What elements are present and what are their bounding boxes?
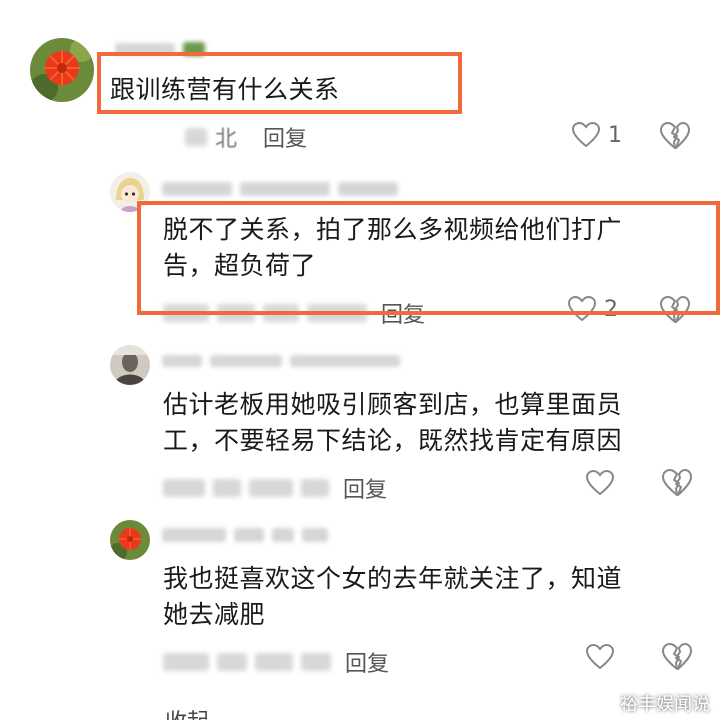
heart-icon [568, 296, 596, 322]
like-button[interactable] [586, 644, 622, 670]
comment-text-line: 估计老板用她吸引顾客到店，也算里面员 [163, 390, 623, 419]
broken-heart-icon [662, 643, 692, 670]
comment-meta: 回复 [163, 647, 389, 677]
comment-text-line: 工，不要轻易下结论，既然找肯定有原因 [163, 426, 623, 455]
avatar-flower[interactable] [110, 520, 150, 560]
blurred-username[interactable] [115, 42, 205, 56]
comment-meta: 回复 [163, 473, 387, 503]
location-text: 北 [215, 127, 238, 152]
like-button[interactable]: 1 [572, 122, 622, 148]
collapse-button[interactable]: 收起 ▲ [165, 704, 227, 720]
avatar-anime[interactable] [110, 172, 150, 212]
avatar-flower[interactable] [30, 38, 94, 102]
blurred-username[interactable] [162, 355, 400, 367]
like-button[interactable] [586, 470, 622, 496]
like-button[interactable]: 2 [568, 296, 618, 322]
dislike-button[interactable] [662, 643, 692, 675]
comment-text-line: 脱不了关系，拍了那么多视频给他们打广 [163, 215, 623, 244]
broken-heart-icon [662, 469, 692, 496]
comment-meta: 北 回复 [185, 122, 307, 152]
collapse-label: 收起 [165, 710, 209, 720]
broken-heart-icon [660, 296, 690, 323]
reply-button[interactable]: 回复 [381, 297, 425, 329]
dislike-button[interactable] [660, 296, 690, 328]
reply-button[interactable]: 回复 [345, 646, 389, 678]
comment-thread: 跟训练营有什么关系 北 回复 1 脱不了关系，拍了那么多视频给他们打广 告，超负… [0, 0, 720, 720]
heart-icon [586, 644, 614, 670]
reply-button[interactable]: 回复 [263, 121, 307, 153]
comment-text-line: 她去减肥 [163, 600, 266, 629]
dislike-button[interactable] [660, 122, 690, 154]
comment-text-line: 告，超负荷了 [163, 251, 317, 280]
comment-meta: 回复 [163, 298, 425, 328]
comment-text-line: 我也挺喜欢这个女的去年就关注了，知道 [163, 564, 623, 593]
reply-button[interactable]: 回复 [343, 472, 387, 504]
dislike-button[interactable] [662, 469, 692, 501]
blurred-username[interactable] [162, 528, 328, 542]
heart-icon [572, 122, 600, 148]
comment-text: 跟训练营有什么关系 [110, 75, 340, 104]
avatar-photo[interactable] [110, 345, 150, 385]
blurred-username[interactable] [162, 182, 398, 196]
broken-heart-icon [660, 122, 690, 149]
like-count: 1 [608, 122, 622, 148]
watermark-text: 裕丰娱闻说 [620, 694, 710, 715]
like-count: 2 [604, 296, 618, 322]
heart-icon [586, 470, 614, 496]
